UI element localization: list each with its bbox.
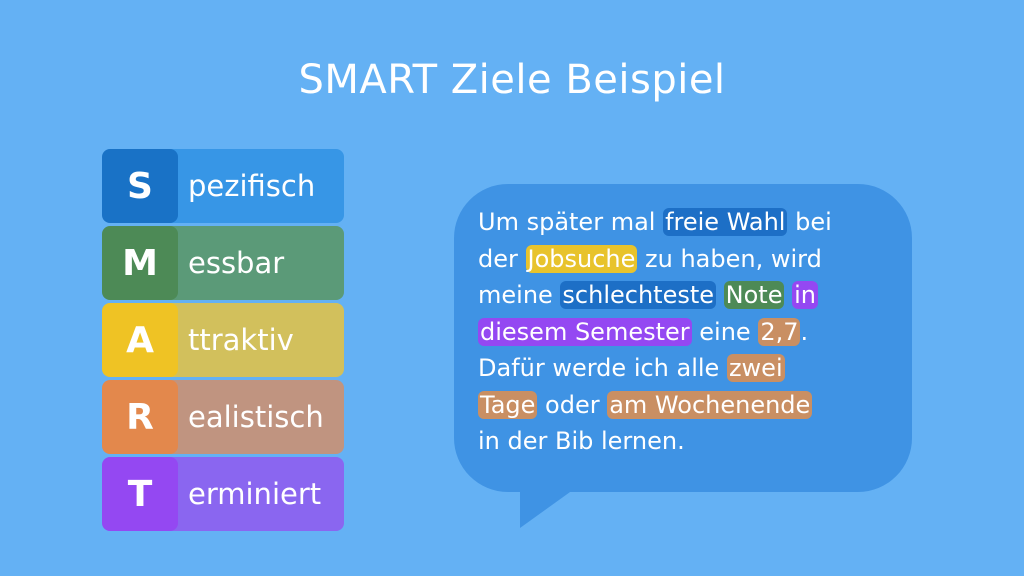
smart-word-m: essbar	[188, 246, 285, 280]
highlighted-phrase: Note	[723, 281, 785, 309]
example-goal-text: Um später mal freie Wahl bei der Jobsuch…	[478, 204, 896, 460]
text-segment: zu haben, wird	[637, 244, 822, 273]
example-line-4: diesem Semester eine 2,7.	[478, 314, 896, 351]
text-segment: Dafür werde ich alle	[478, 354, 727, 382]
text-segment	[716, 281, 724, 309]
text-segment: .	[800, 317, 809, 346]
smart-word-a: ttraktiv	[188, 323, 294, 357]
text-segment: oder	[537, 390, 608, 419]
highlighted-phrase: Tage	[478, 390, 538, 419]
highlighted-phrase: schlechteste	[560, 281, 717, 309]
smart-row-t: T erminiert	[102, 457, 344, 531]
smart-letter-s: S	[102, 149, 178, 223]
smart-word-r: ealistisch	[188, 400, 324, 434]
smart-row-a: A ttraktiv	[102, 303, 344, 377]
smart-word-t: erminiert	[188, 477, 322, 511]
smart-row-m: M essbar	[102, 226, 344, 300]
example-line-6: Tage oder am Wochenende	[478, 387, 896, 424]
highlighted-phrase: zwei	[726, 354, 785, 382]
smart-row-r: R ealistisch	[102, 380, 344, 454]
highlighted-phrase: in	[792, 281, 819, 309]
example-line-2: der Jobsuche zu haben, wird	[478, 241, 896, 278]
smart-letter-t: T	[102, 457, 178, 531]
highlighted-phrase: Jobsuche	[525, 244, 638, 273]
smart-word-s: pezifisch	[188, 169, 316, 203]
example-line-5: Dafür werde ich alle zwei	[478, 350, 896, 387]
text-segment: in der Bib lernen.	[478, 427, 685, 455]
smart-letter-m: M	[102, 226, 178, 300]
highlighted-phrase: am Wochenende	[607, 390, 813, 419]
smart-row-s: S pezifisch	[102, 149, 344, 223]
speech-bubble: Um später mal freie Wahl bei der Jobsuch…	[454, 184, 912, 530]
smart-letter-r: R	[102, 380, 178, 454]
example-line-1: Um später mal freie Wahl bei	[478, 204, 896, 241]
smart-acronym-list: S pezifisch M essbar A ttraktiv R ealist…	[102, 149, 344, 534]
page-title: SMART Ziele Beispiel	[298, 57, 726, 103]
example-line-3: meine schlechteste Note in	[478, 277, 896, 314]
text-segment: bei	[787, 208, 832, 236]
text-segment: eine	[691, 317, 759, 346]
text-segment: meine	[478, 281, 561, 309]
text-segment	[784, 281, 792, 309]
smart-letter-a: A	[102, 303, 178, 377]
highlighted-phrase: 2,7	[758, 317, 801, 346]
text-segment: Um später mal	[478, 208, 664, 236]
highlighted-phrase: freie Wahl	[663, 208, 788, 236]
highlighted-phrase: diesem Semester	[478, 317, 692, 346]
example-line-7: in der Bib lernen.	[478, 423, 896, 460]
text-segment: der	[478, 244, 526, 273]
